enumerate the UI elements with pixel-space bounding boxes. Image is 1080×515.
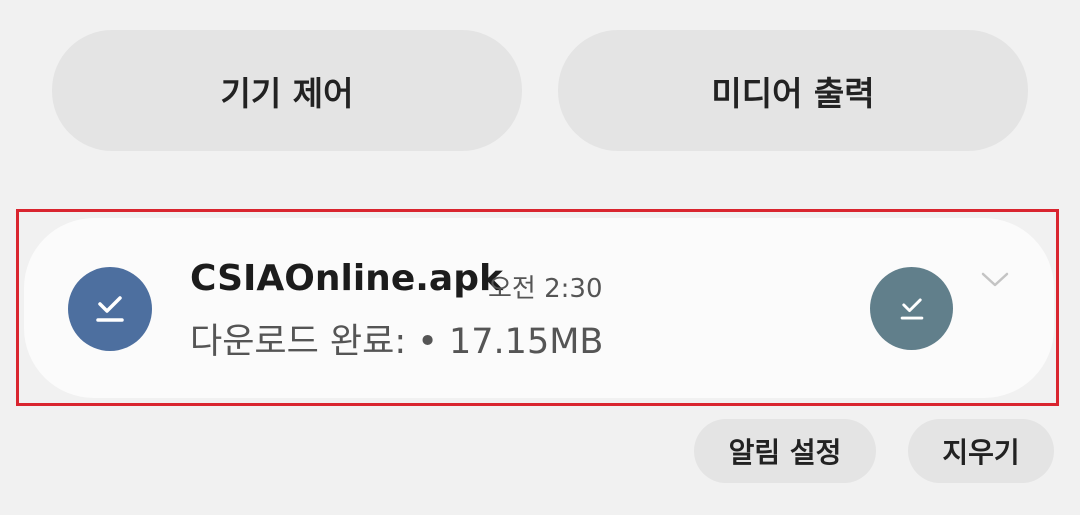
device-control-button[interactable]: 기기 제어 <box>52 30 522 151</box>
notification-settings-button[interactable]: 알림 설정 <box>694 419 876 483</box>
clear-label: 지우기 <box>942 436 1020 469</box>
media-output-button[interactable]: 미디어 출력 <box>558 30 1028 151</box>
notification-settings-label: 알림 설정 <box>728 436 842 469</box>
clear-button[interactable]: 지우기 <box>908 419 1054 483</box>
highlight-box <box>16 209 1059 406</box>
media-output-label: 미디어 출력 <box>711 73 875 113</box>
device-control-label: 기기 제어 <box>220 73 354 113</box>
